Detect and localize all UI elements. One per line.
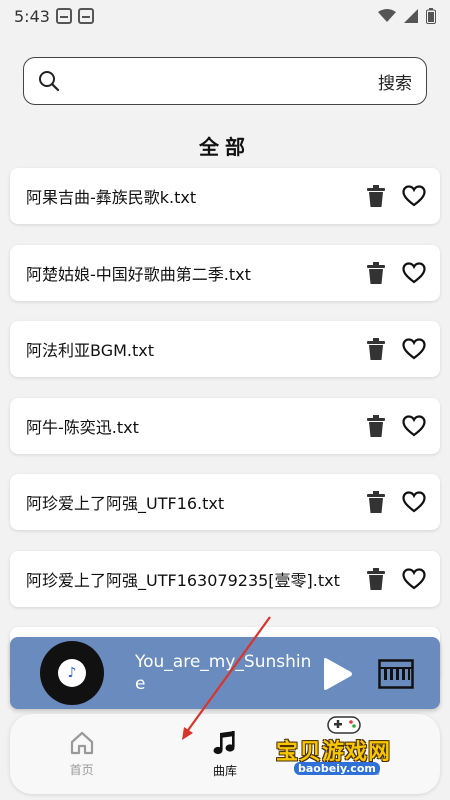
heart-icon[interactable] bbox=[402, 185, 426, 207]
song-list: 阿果吉曲-彝族民歌k.txt 阿楚姑娘-中国好歌曲第二季.txt 阿法利亚BGM… bbox=[10, 168, 440, 704]
search-button[interactable]: 搜索 bbox=[378, 69, 412, 94]
tab-label: 启动 bbox=[356, 762, 381, 777]
signal-icon bbox=[404, 9, 418, 23]
tab-label: 曲库 bbox=[212, 763, 237, 778]
search-bar[interactable]: 搜索 bbox=[23, 57, 427, 105]
trash-icon[interactable] bbox=[366, 490, 386, 514]
list-item[interactable]: 阿珍爱上了阿强_UTF163079235[壹零].txt bbox=[10, 550, 440, 607]
heart-icon[interactable] bbox=[402, 567, 426, 590]
battery-icon bbox=[426, 8, 436, 24]
list-item[interactable]: 阿牛-陈奕迅.txt bbox=[10, 397, 440, 454]
list-item[interactable]: 阿法利亚BGM.txt bbox=[10, 321, 440, 377]
tab-launch[interactable]: 启动 bbox=[323, 731, 413, 778]
section-title: 全部 bbox=[199, 135, 251, 159]
list-item[interactable]: 阿珍爱上了阿强_UTF16.txt bbox=[10, 474, 440, 530]
tab-label: 首页 bbox=[69, 762, 94, 777]
song-name: 阿法利亚BGM.txt bbox=[26, 341, 155, 360]
heart-icon[interactable] bbox=[402, 491, 426, 513]
trash-icon[interactable] bbox=[366, 337, 386, 361]
home-icon bbox=[70, 731, 93, 754]
song-name: 阿果吉曲-彝族民歌k.txt bbox=[26, 188, 197, 207]
music-note-icon: ♪ bbox=[58, 659, 86, 687]
trash-icon[interactable] bbox=[366, 261, 386, 285]
bottom-tab-bar: 首页 曲库 启动 bbox=[10, 714, 440, 794]
status-bar: 5:43 bbox=[0, 0, 450, 32]
album-disc[interactable]: ♪ bbox=[40, 641, 104, 705]
song-name: 阿楚姑娘-中国好歌曲第二季.txt bbox=[26, 264, 251, 284]
play-icon[interactable] bbox=[320, 657, 354, 691]
now-playing-title: You_are_my_Sunshine bbox=[135, 652, 312, 694]
list-item[interactable]: 阿果吉曲-彝族民歌k.txt bbox=[10, 168, 440, 224]
notification-icon bbox=[55, 8, 72, 24]
trash-icon[interactable] bbox=[366, 414, 386, 438]
mini-player[interactable]: ♪ You_are_my_Sunshine bbox=[10, 637, 440, 709]
tab-home[interactable]: 首页 bbox=[37, 731, 127, 778]
search-icon bbox=[39, 71, 60, 92]
status-time: 5:43 bbox=[14, 6, 50, 26]
notification-icon bbox=[77, 8, 94, 24]
music-note-icon bbox=[213, 730, 235, 754]
list-item[interactable]: 阿楚姑娘-中国好歌曲第二季.txt bbox=[10, 244, 440, 301]
heart-icon[interactable] bbox=[402, 414, 426, 437]
wifi-icon bbox=[378, 9, 396, 22]
heart-icon[interactable] bbox=[402, 261, 426, 284]
piano-icon[interactable] bbox=[378, 659, 414, 689]
song-name: 阿牛-陈奕迅.txt bbox=[26, 417, 139, 437]
tab-library[interactable]: 曲库 bbox=[180, 730, 270, 779]
song-name: 阿珍爱上了阿强_UTF163079235[壹零].txt bbox=[26, 570, 340, 590]
trash-icon[interactable] bbox=[366, 184, 386, 208]
heart-icon[interactable] bbox=[402, 338, 426, 360]
trash-icon[interactable] bbox=[366, 567, 386, 591]
song-name: 阿珍爱上了阿强_UTF16.txt bbox=[26, 494, 225, 513]
